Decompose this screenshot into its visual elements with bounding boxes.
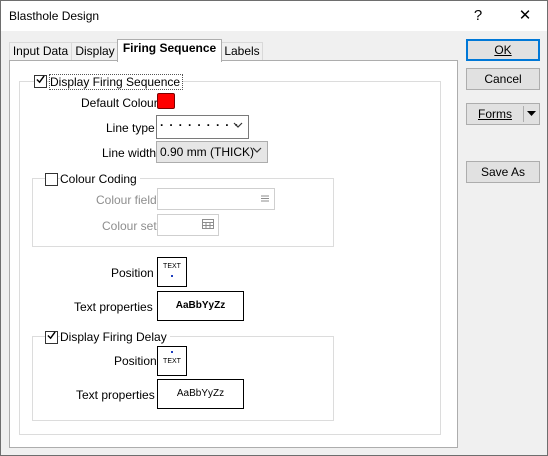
forms-button-label: Forms <box>478 107 512 121</box>
cancel-button[interactable]: Cancel <box>466 68 540 90</box>
line-type-value: · · · · · · · · · <box>160 118 240 132</box>
table-icon <box>202 219 214 229</box>
colour-coding-checkbox[interactable] <box>45 173 58 186</box>
window-title: Blasthole Design <box>9 9 100 23</box>
checkmark-icon <box>36 75 45 84</box>
delay-position-label: Position <box>114 354 157 368</box>
ok-button-label: OK <box>494 43 512 57</box>
default-colour-label: Default Colour <box>81 96 158 110</box>
checkmark-icon <box>47 331 56 340</box>
display-firing-delay-label[interactable]: Display Firing Delay <box>60 330 170 344</box>
colour-set-input <box>157 214 219 236</box>
colour-field-label: Colour field <box>96 193 157 207</box>
delay-position-selector[interactable]: TEXT <box>157 346 187 376</box>
delay-text-properties-label: Text properties <box>76 388 155 402</box>
firing-sequence-panel: Display Firing Sequence Default Colour L… <box>9 60 458 448</box>
delay-text-properties-button[interactable]: AaBbYyZz <box>157 379 244 409</box>
line-width-select[interactable]: 0.90 mm (THICK) <box>156 141 268 163</box>
position-anchor-dot <box>171 275 173 277</box>
position-box-text: TEXT <box>163 263 181 270</box>
display-firing-sequence-checkbox[interactable] <box>34 75 47 88</box>
display-firing-sequence-label[interactable]: Display Firing Sequence <box>49 74 184 90</box>
text-properties-label: Text properties <box>74 300 153 314</box>
list-icon <box>261 195 269 202</box>
text-properties-button[interactable]: AaBbYyZz <box>157 291 244 321</box>
chevron-down-icon <box>233 122 243 128</box>
tab-labels[interactable]: Labels <box>221 42 263 61</box>
save-as-button[interactable]: Save As <box>466 161 540 183</box>
split-divider <box>523 106 524 122</box>
line-width-label: Line width <box>102 146 157 160</box>
delay-position-box-text: TEXT <box>163 358 181 365</box>
colour-coding-label[interactable]: Colour Coding <box>60 172 140 186</box>
line-type-label: Line type <box>106 121 155 135</box>
line-width-value: 0.90 mm (THICK) <box>160 145 255 159</box>
forms-button[interactable]: Forms <box>466 103 540 125</box>
ok-button[interactable]: OK <box>466 39 540 61</box>
tab-display[interactable]: Display <box>71 42 119 61</box>
tab-input-data[interactable]: Input Data <box>9 42 72 61</box>
tab-firing-sequence[interactable]: Firing Sequence <box>117 39 222 62</box>
delay-position-anchor-dot <box>171 351 173 353</box>
colour-set-label: Colour set <box>102 219 157 233</box>
display-firing-delay-checkbox[interactable] <box>45 331 58 344</box>
chevron-down-icon <box>252 147 262 153</box>
dialog-window: Blasthole Design ? ✕ Input Data Display … <box>0 0 548 456</box>
title-bar: Blasthole Design ? ✕ <box>1 1 547 31</box>
close-button[interactable]: ✕ <box>510 5 540 27</box>
position-label: Position <box>111 266 154 280</box>
position-selector[interactable]: TEXT <box>157 257 187 287</box>
default-colour-swatch[interactable] <box>157 93 175 109</box>
dropdown-arrow-icon[interactable] <box>527 111 536 117</box>
help-button[interactable]: ? <box>463 5 493 27</box>
line-type-select[interactable]: · · · · · · · · · <box>156 115 249 139</box>
colour-field-input <box>157 188 275 210</box>
